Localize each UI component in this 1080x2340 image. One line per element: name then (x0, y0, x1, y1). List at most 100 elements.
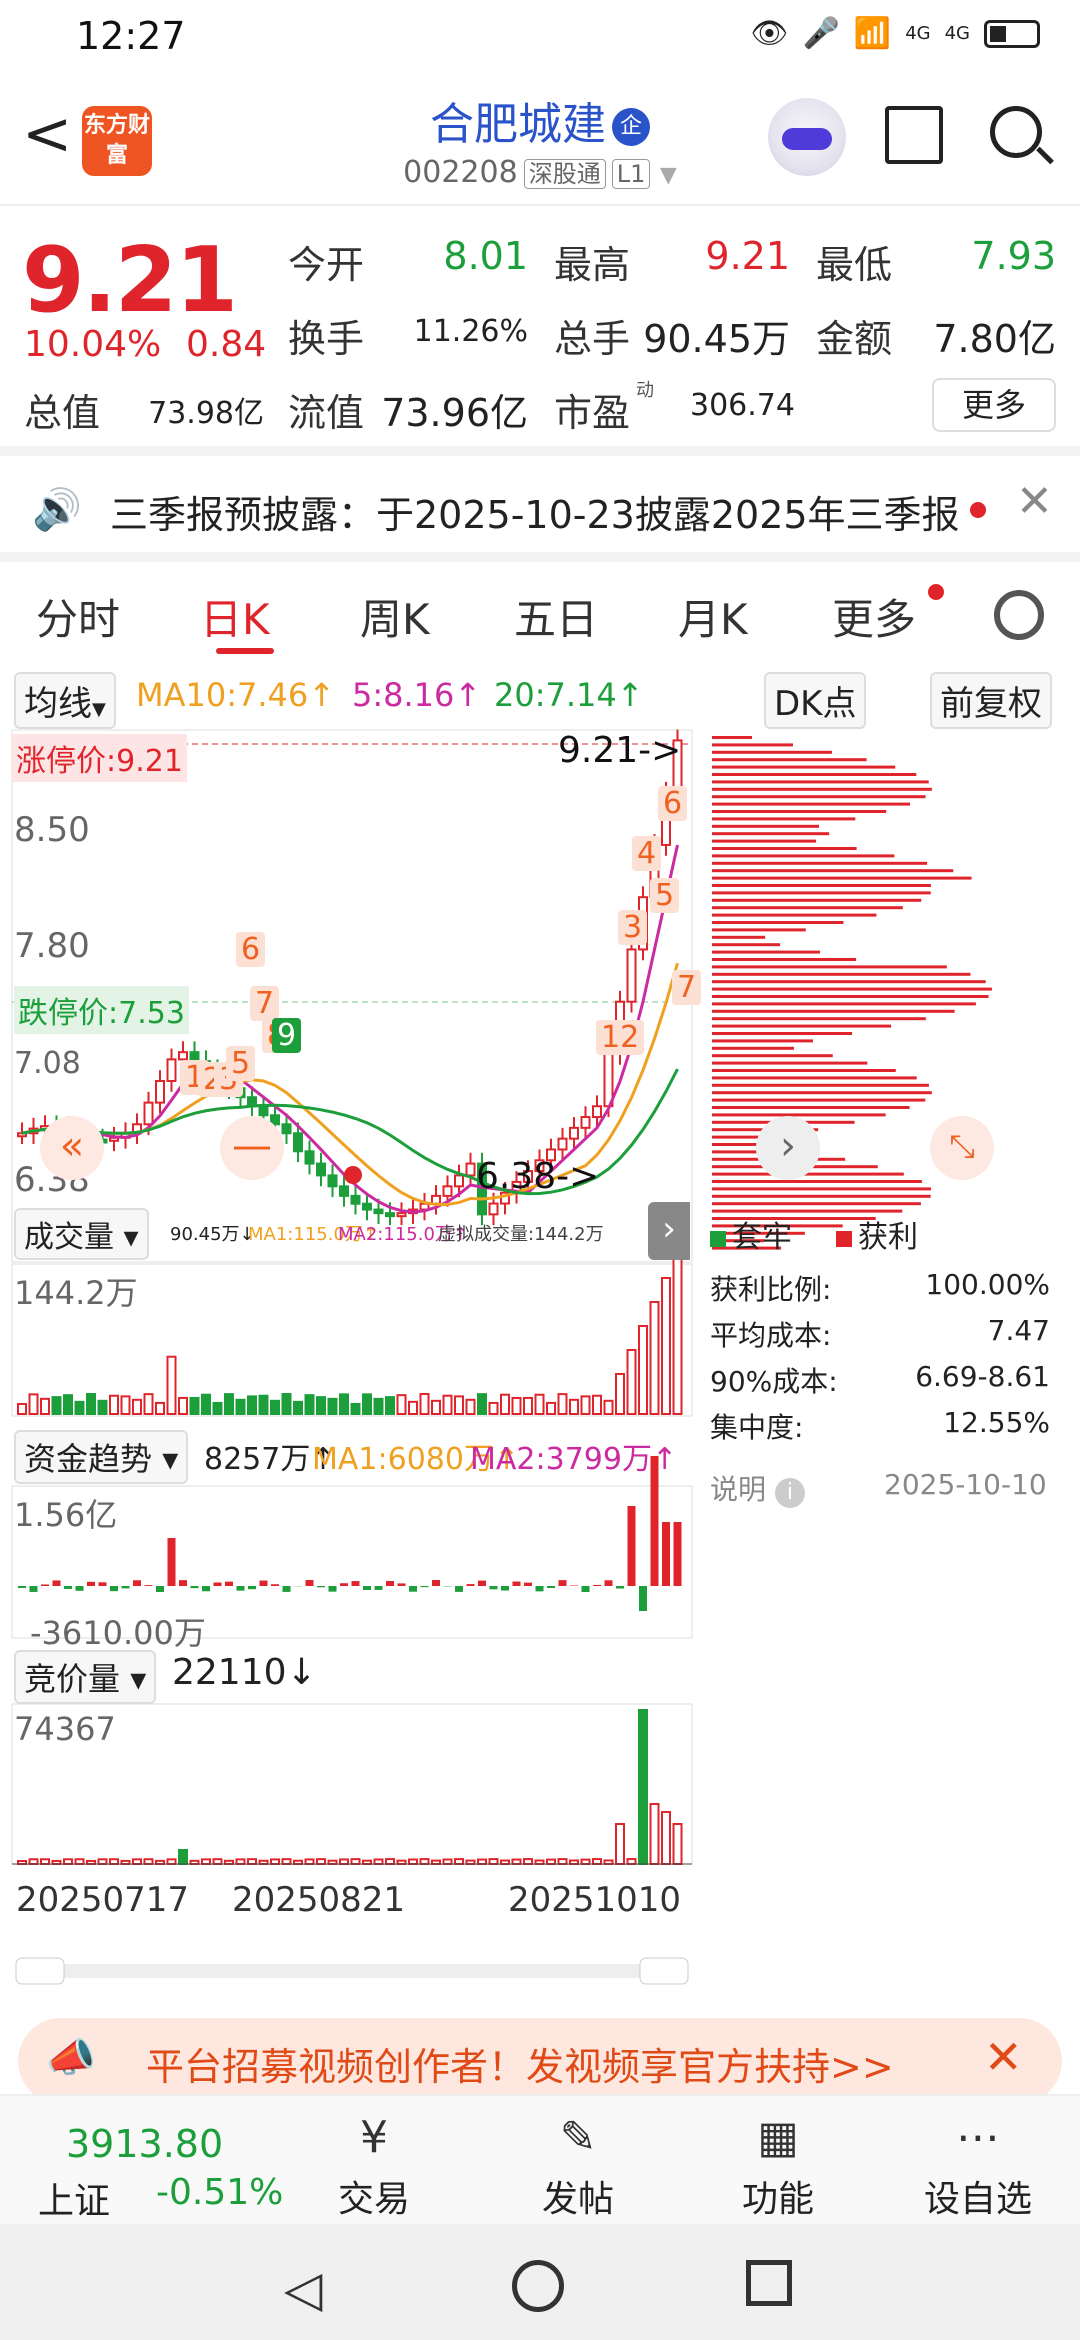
auction-bar (477, 1858, 487, 1865)
nav-recents-icon[interactable] (746, 2260, 792, 2306)
tab-intraday[interactable]: 分时 (36, 586, 120, 647)
tab-daily-k[interactable]: 日K (200, 586, 274, 654)
volume-bar (178, 1396, 188, 1415)
chip-bar (712, 1180, 922, 1183)
tab-five-day[interactable]: 五日 (514, 586, 598, 647)
volume-bar (592, 1394, 602, 1415)
chevron-right-icon[interactable]: › (648, 1202, 690, 1260)
auction-bar (465, 1859, 476, 1865)
chip-bar (712, 943, 781, 947)
gear-icon[interactable] (994, 590, 1044, 640)
volume-bar (580, 1395, 591, 1415)
chip-bar (712, 817, 856, 821)
volume-bar (74, 1400, 85, 1416)
candle-body (557, 1137, 568, 1151)
volume-bar (523, 1396, 533, 1416)
fund-bar (156, 1586, 164, 1592)
volume-bar (224, 1393, 234, 1416)
y-tick-708: 7.08 (14, 1046, 81, 1081)
volume-bar (603, 1399, 614, 1415)
chip-bar (712, 802, 911, 806)
close-icon[interactable]: ✕ (984, 2030, 1023, 2084)
legend-trapped: 套牢 (710, 1212, 792, 1256)
volume-bar (143, 1393, 154, 1415)
chip-bar (712, 891, 931, 895)
auction-selector[interactable]: 竞价量 ▾ (14, 1650, 157, 1704)
fund-bar (305, 1580, 314, 1586)
more-button[interactable]: 更多 (932, 378, 1056, 432)
candle-body (580, 1116, 591, 1129)
fund-bar (29, 1586, 38, 1592)
volume-selector[interactable]: 成交量 ▾ (14, 1208, 149, 1260)
tab-more[interactable]: 更多 (832, 586, 916, 647)
range-slider-left-handle (15, 1957, 65, 1985)
candle-body (592, 1105, 602, 1119)
amount-value: 7.80亿 (933, 317, 1056, 361)
fund-bar (167, 1538, 176, 1586)
auction-bar (523, 1858, 533, 1865)
notice-text[interactable]: 三季报预披露：于2025-10-23披露2025年三季报 (110, 484, 960, 539)
tab-post[interactable]: ✎ 发帖 (508, 2106, 648, 2222)
volume-bar (649, 1301, 660, 1415)
index-name[interactable]: 上证 (38, 2172, 110, 2224)
auction-bar (316, 1858, 326, 1866)
search-icon[interactable] (990, 106, 1042, 158)
volume-bar (638, 1325, 648, 1415)
volume-bar (362, 1393, 372, 1416)
unread-dot (970, 502, 986, 518)
volume-bar (293, 1400, 303, 1416)
candle-body (488, 1202, 499, 1216)
limit-up-label: 涨停价:9.21 (12, 734, 187, 782)
zoom-out-icon[interactable]: — (220, 1116, 284, 1180)
chip-bar (712, 928, 806, 932)
chip-bar (712, 972, 971, 976)
nav-back-icon[interactable]: ◁ (284, 2260, 322, 2318)
auction-bar (143, 1858, 154, 1865)
stock-header: < 东方财富 合肥城建企 002208 深股通 L1 ▼ (0, 76, 1080, 206)
auction-bar (247, 1858, 257, 1866)
event-dot[interactable] (344, 1166, 362, 1184)
fund-bar (133, 1580, 141, 1586)
fund-bar (98, 1582, 107, 1586)
expand-icon[interactable]: ⤡ (930, 1116, 994, 1180)
tab-trade[interactable]: ¥ 交易 (304, 2106, 444, 2222)
mic-icon: 🎤 (802, 16, 840, 51)
chip-bar (712, 995, 989, 998)
fund-trend-selector[interactable]: 资金趋势 ▾ (14, 1430, 189, 1484)
volume-bar (212, 1401, 223, 1416)
chip-scroll-icon[interactable]: › (756, 1116, 820, 1180)
megaphone-icon: 📣 (46, 2035, 96, 2081)
volume-bar (109, 1394, 119, 1416)
auction-bar (488, 1858, 499, 1865)
tab-monthly-k[interactable]: 月K (678, 586, 748, 647)
volume-bar (40, 1397, 50, 1415)
fund-bar (535, 1586, 544, 1592)
open-label: 今开 (288, 243, 365, 287)
volume-bar (569, 1398, 579, 1415)
close-icon[interactable]: ✕ (1016, 476, 1053, 527)
system-navbar: ◁ (0, 2224, 1080, 2340)
candle-body (178, 1051, 188, 1061)
promo-banner[interactable]: 📣 平台招募视频创作者！发视频享官方扶持>> ✕ (18, 2018, 1062, 2104)
share-icon[interactable] (885, 106, 943, 164)
auction-bar (201, 1858, 211, 1866)
sequence-mark: 3 (618, 910, 648, 945)
scroll-left-icon[interactable]: « (40, 1116, 104, 1180)
open-value: 8.01 (443, 234, 528, 278)
tab-functions[interactable]: ▦ 功能 (708, 2106, 848, 2222)
volume-bar (281, 1393, 292, 1416)
chip-bar (712, 810, 887, 813)
index-value[interactable]: 3913.80 (66, 2122, 223, 2166)
tab-add-watchlist[interactable]: ⋯ 设自选 (908, 2106, 1048, 2222)
index-change[interactable]: -0.51% (156, 2172, 283, 2213)
promo-text[interactable]: 平台招募视频创作者！发视频享官方扶持>> (146, 2036, 894, 2091)
nav-home-icon[interactable] (512, 2260, 564, 2312)
volume-bar (557, 1393, 568, 1415)
notice-bar[interactable]: 🔊 三季报预披露：于2025-10-23披露2025年三季报 ✕ (0, 456, 1080, 562)
chip-bar (712, 824, 820, 828)
assistant-avatar-icon[interactable] (768, 98, 846, 176)
tab-weekly-k[interactable]: 周K (360, 586, 430, 647)
chip-note[interactable]: 说明 i (710, 1468, 805, 1508)
chip-bar (712, 980, 986, 984)
more-red-dot (928, 584, 944, 600)
